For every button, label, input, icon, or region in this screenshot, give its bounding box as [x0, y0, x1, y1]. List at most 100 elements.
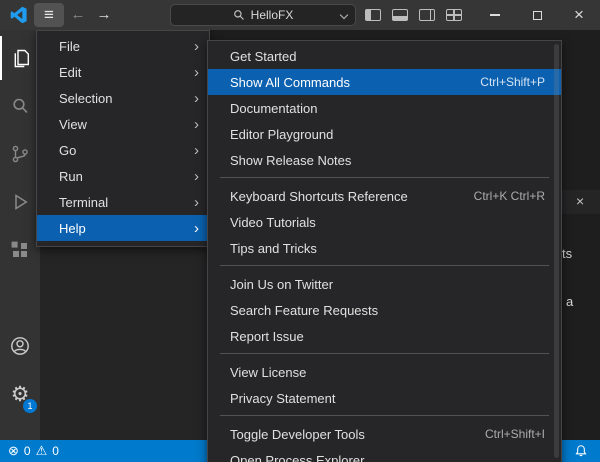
window-close-button[interactable]: × — [558, 0, 600, 30]
submenu-item-keyboard-shortcuts-reference[interactable]: Keyboard Shortcuts Reference Ctrl+K Ctrl… — [208, 183, 561, 209]
submenu-item-label: Show Release Notes — [230, 153, 351, 168]
submenu-item-label: Tips and Tricks — [230, 241, 317, 256]
menu-item-label: Help — [59, 221, 86, 236]
submenu-item-label: Report Issue — [230, 329, 304, 344]
sidebar-item-source-control[interactable] — [0, 132, 40, 176]
customize-layout-icon[interactable] — [446, 9, 462, 21]
sidebar-item-run-debug[interactable] — [0, 180, 40, 224]
menu-item-edit[interactable]: Edit › — [37, 59, 209, 85]
submenu-item-editor-playground[interactable]: Editor Playground — [208, 121, 561, 147]
menu-item-help[interactable]: Help › — [37, 215, 209, 241]
command-center-value: HelloFX — [251, 8, 294, 22]
activity-bar: ⚙ 1 — [0, 30, 40, 440]
menu-item-view[interactable]: View › — [37, 111, 209, 137]
submenu-item-show-release-notes[interactable]: Show Release Notes — [208, 147, 561, 173]
submenu-item-label: Join Us on Twitter — [230, 277, 333, 292]
submenu-item-get-started[interactable]: Get Started — [208, 43, 561, 69]
menu-item-label: Run — [59, 169, 83, 184]
maximize-icon — [533, 11, 542, 20]
menu-item-label: View — [59, 117, 87, 132]
chevron-right-icon: › — [194, 92, 199, 105]
problems-indicator[interactable]: ⊗ 0 ⚠ 0 — [0, 443, 59, 459]
editor-text-fragment: a — [566, 294, 573, 309]
keybinding-label: Ctrl+Shift+P — [480, 75, 545, 89]
menu-item-file[interactable]: File › — [37, 33, 209, 59]
submenu-item-label: Toggle Developer Tools — [230, 427, 365, 442]
submenu-item-label: Editor Playground — [230, 127, 333, 142]
menu-item-terminal[interactable]: Terminal › — [37, 189, 209, 215]
bell-icon — [574, 444, 588, 458]
submenu-item-label: Get Started — [230, 49, 296, 64]
submenu-scrollbar[interactable] — [554, 44, 559, 458]
navigate-back-button[interactable]: ← — [66, 0, 90, 30]
submenu-item-join-us-on-twitter[interactable]: Join Us on Twitter — [208, 271, 561, 297]
error-count: 0 — [24, 444, 31, 458]
submenu-item-privacy-statement[interactable]: Privacy Statement — [208, 385, 561, 411]
chevron-right-icon: › — [194, 196, 199, 209]
chevron-right-icon: › — [194, 222, 199, 235]
submenu-item-label: Keyboard Shortcuts Reference — [230, 189, 408, 204]
notifications-button[interactable] — [574, 444, 600, 458]
sidebar-item-search[interactable] — [0, 84, 40, 128]
keybinding-label: Ctrl+Shift+I — [485, 427, 545, 441]
chevron-right-icon: › — [194, 170, 199, 183]
title-bar: ≡ ← → HelloFX × — [0, 0, 600, 30]
submenu-item-label: Open Process Explorer — [230, 453, 364, 462]
submenu-item-tips-and-tricks[interactable]: Tips and Tricks — [208, 235, 561, 261]
menu-item-label: Edit — [59, 65, 81, 80]
submenu-item-report-issue[interactable]: Report Issue — [208, 323, 561, 349]
menu-item-label: Terminal — [59, 195, 108, 210]
close-icon: × — [574, 5, 584, 25]
toggle-secondary-sidebar-icon[interactable] — [419, 9, 435, 21]
files-icon — [10, 47, 32, 69]
warning-icon: ⚠ — [36, 443, 48, 459]
editor-close-icon[interactable]: × — [576, 193, 584, 209]
search-icon — [9, 95, 31, 117]
account-icon — [9, 335, 31, 357]
menu-hamburger-button[interactable]: ≡ — [34, 3, 64, 27]
toggle-panel-icon[interactable] — [392, 9, 408, 21]
window-minimize-button[interactable] — [474, 0, 516, 30]
submenu-item-video-tutorials[interactable]: Video Tutorials — [208, 209, 561, 235]
submenu-item-label: Documentation — [230, 101, 317, 116]
vscode-window: ≡ ← → HelloFX × — [0, 0, 600, 462]
menu-item-label: File — [59, 39, 80, 54]
search-icon — [233, 9, 245, 21]
toggle-primary-sidebar-icon[interactable] — [365, 9, 381, 21]
chevron-right-icon: › — [194, 144, 199, 157]
submenu-item-open-process-explorer[interactable]: Open Process Explorer — [208, 447, 561, 462]
menu-item-go[interactable]: Go › — [37, 137, 209, 163]
chevron-down-icon — [340, 11, 348, 19]
submenu-item-search-feature-requests[interactable]: Search Feature Requests — [208, 297, 561, 323]
layout-controls — [365, 0, 462, 30]
submenu-item-view-license[interactable]: View License — [208, 359, 561, 385]
settings-badge: 1 — [23, 399, 37, 413]
sidebar-item-explorer[interactable] — [0, 36, 40, 80]
chevron-right-icon: › — [194, 66, 199, 79]
submenu-item-show-all-commands[interactable]: Show All Commands Ctrl+Shift+P — [208, 69, 561, 95]
submenu-item-toggle-developer-tools[interactable]: Toggle Developer Tools Ctrl+Shift+I — [208, 421, 561, 447]
extensions-icon — [9, 239, 31, 261]
warning-count: 0 — [52, 444, 59, 458]
sidebar-item-accounts[interactable] — [0, 324, 40, 368]
menu-item-run[interactable]: Run › — [37, 163, 209, 189]
vscode-logo-icon — [10, 6, 28, 24]
submenu-item-label: Show All Commands — [230, 75, 350, 90]
window-maximize-button[interactable] — [516, 0, 558, 30]
error-icon: ⊗ — [8, 443, 19, 459]
submenu-item-label: Video Tutorials — [230, 215, 316, 230]
menu-separator — [220, 353, 549, 354]
editor-text-fragment: ts — [562, 246, 572, 261]
menu-separator — [220, 177, 549, 178]
sidebar-item-extensions[interactable] — [0, 228, 40, 272]
chevron-right-icon: › — [194, 40, 199, 53]
submenu-item-label: Search Feature Requests — [230, 303, 378, 318]
menu-item-label: Go — [59, 143, 76, 158]
command-center-search[interactable]: HelloFX — [170, 4, 356, 26]
submenu-item-documentation[interactable]: Documentation — [208, 95, 561, 121]
help-submenu: Get Started Show All Commands Ctrl+Shift… — [207, 40, 562, 462]
navigate-forward-button[interactable]: → — [92, 0, 116, 30]
sidebar-item-settings[interactable]: ⚙ 1 — [0, 372, 40, 416]
submenu-item-label: View License — [230, 365, 306, 380]
menu-item-selection[interactable]: Selection › — [37, 85, 209, 111]
